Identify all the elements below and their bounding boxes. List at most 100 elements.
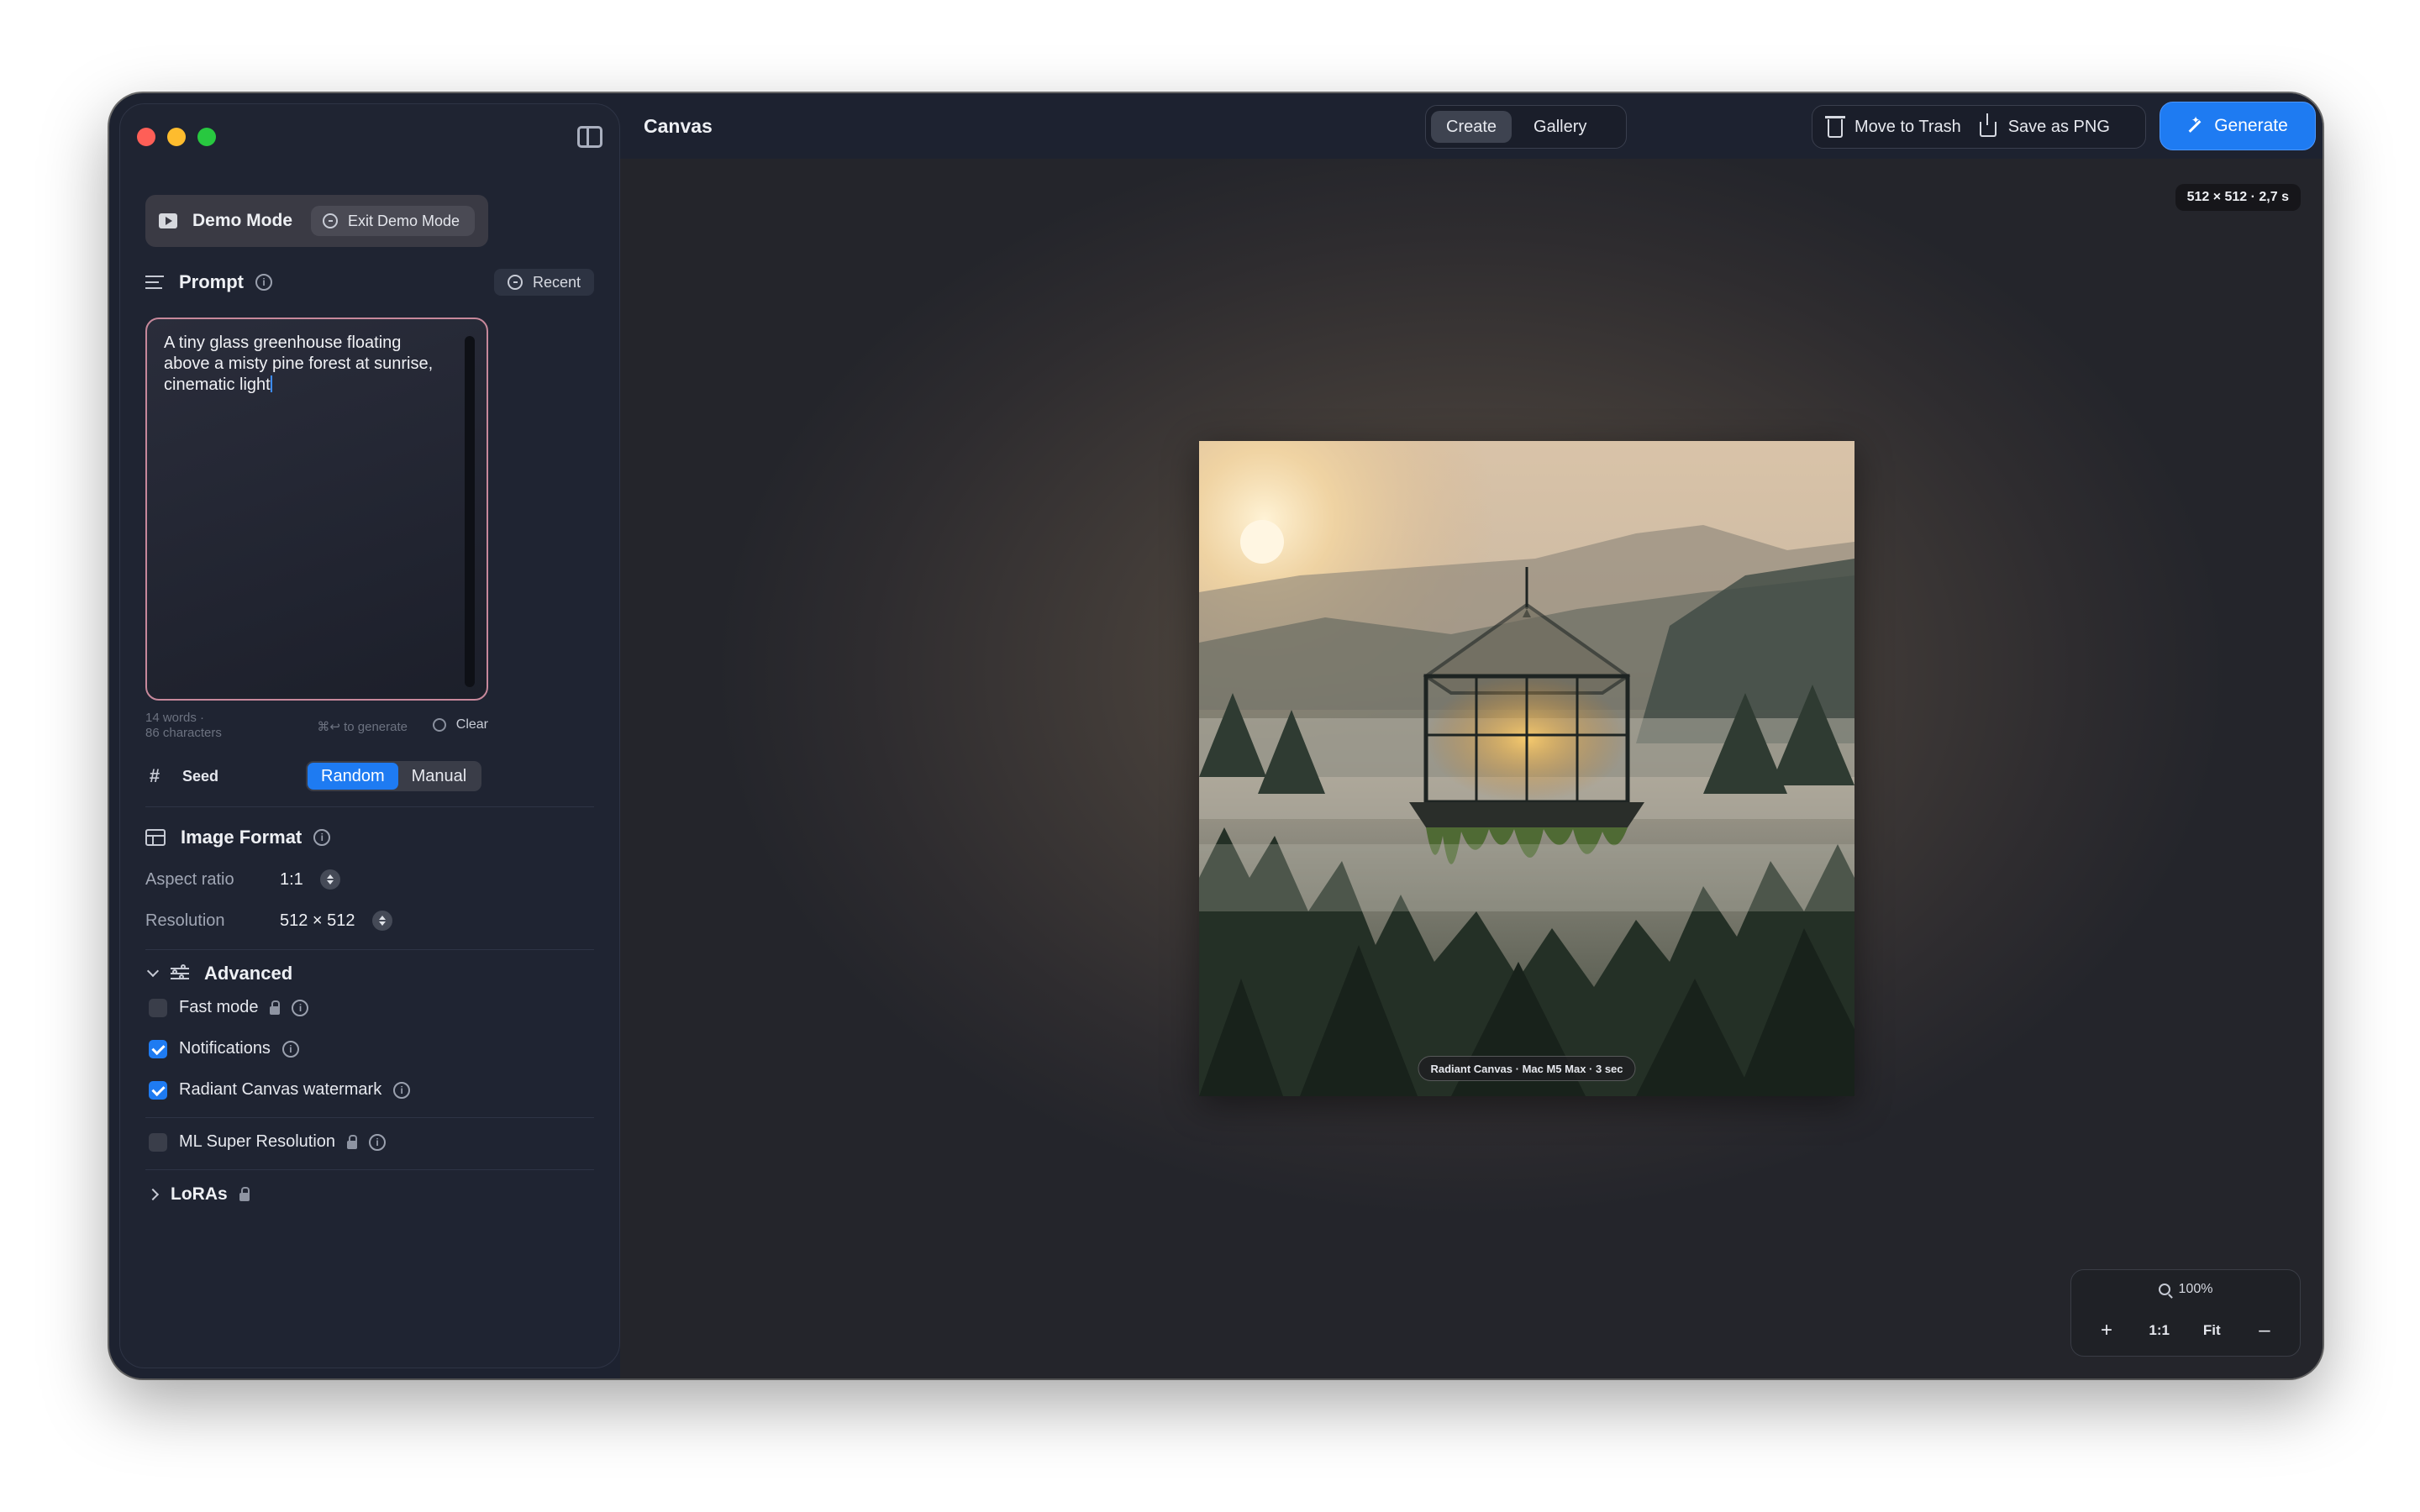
info-icon[interactable]: i bbox=[255, 274, 272, 291]
fast-mode-label: Fast mode bbox=[179, 998, 259, 1016]
chevron-right-icon bbox=[146, 1188, 160, 1201]
trash-icon bbox=[1825, 116, 1845, 138]
zoom-window-button[interactable] bbox=[197, 128, 216, 146]
clear-prompt-button[interactable]: Clear bbox=[432, 717, 488, 732]
actual-size-button[interactable]: 1:1 bbox=[2143, 1322, 2176, 1339]
seed-row: # Seed Random Manual bbox=[145, 761, 594, 791]
zoom-in-button[interactable]: + bbox=[2090, 1319, 2123, 1342]
save-as-png-label: Save as PNG bbox=[2007, 117, 2110, 136]
lock-icon bbox=[239, 1187, 250, 1201]
prompt-meta: 14 words · 86 characters ⌘↩ to generate … bbox=[145, 711, 488, 744]
sidebar-toggle-icon[interactable] bbox=[577, 126, 602, 148]
tab-create[interactable]: Create bbox=[1431, 111, 1512, 143]
fit-button[interactable]: Fit bbox=[2195, 1322, 2228, 1339]
clear-icon bbox=[432, 718, 446, 732]
image-info-badge: 512 × 512 · 2,7 s bbox=[2175, 184, 2301, 211]
window-title: Canvas bbox=[644, 115, 713, 137]
advanced-header[interactable]: Advanced bbox=[146, 963, 594, 984]
magic-wand-icon bbox=[2188, 119, 2202, 133]
info-icon[interactable]: i bbox=[281, 1040, 299, 1058]
zoom-level-display: 100% bbox=[2071, 1282, 2300, 1297]
app-window: Demo Mode Exit Demo Mode Prompt i Recent… bbox=[109, 93, 2323, 1378]
play-icon bbox=[159, 213, 177, 228]
watermark-checkbox[interactable] bbox=[149, 1080, 167, 1100]
notifications-option[interactable]: Notifications i bbox=[149, 1039, 299, 1058]
layout-icon bbox=[145, 829, 166, 846]
fast-mode-checkbox[interactable] bbox=[149, 998, 167, 1017]
resolution-stepper[interactable] bbox=[371, 911, 392, 931]
notifications-checkbox[interactable] bbox=[149, 1039, 167, 1058]
info-icon[interactable]: i bbox=[393, 1081, 411, 1099]
resolution-row: Resolution 512 × 512 bbox=[145, 911, 392, 931]
generate-button[interactable]: Generate bbox=[2160, 102, 2316, 150]
prompt-title: Prompt bbox=[179, 271, 244, 292]
info-icon[interactable]: i bbox=[369, 1133, 387, 1151]
seed-label: Seed bbox=[182, 767, 219, 785]
history-icon bbox=[507, 275, 523, 290]
text-lines-icon bbox=[145, 276, 164, 289]
ml-super-resolution-checkbox[interactable] bbox=[149, 1132, 167, 1152]
recent-prompts-button[interactable]: Recent bbox=[493, 269, 594, 296]
prompt-scrollbar[interactable] bbox=[465, 336, 475, 687]
lock-icon bbox=[347, 1134, 358, 1149]
ml-super-resolution-label: ML Super Resolution bbox=[179, 1132, 336, 1151]
info-icon[interactable]: i bbox=[292, 999, 309, 1016]
hash-icon: # bbox=[149, 765, 160, 786]
watermark-option[interactable]: Radiant Canvas watermark i bbox=[149, 1080, 411, 1100]
divider bbox=[145, 806, 594, 807]
text-caret bbox=[270, 375, 272, 392]
info-icon[interactable]: i bbox=[313, 829, 331, 846]
zoom-percent: 100% bbox=[2178, 1282, 2213, 1296]
seed-mode-toggle: Random Manual bbox=[306, 761, 482, 791]
clear-label: Clear bbox=[455, 717, 488, 732]
zoom-controls: 100% + 1:1 Fit – bbox=[2070, 1269, 2301, 1357]
exit-icon bbox=[322, 213, 338, 228]
image-format-header: Image Format i bbox=[145, 827, 594, 848]
ml-super-resolution-option[interactable]: ML Super Resolution i bbox=[149, 1132, 387, 1152]
resolution-value[interactable]: 512 × 512 bbox=[280, 911, 355, 931]
zoom-buttons: + 1:1 Fit – bbox=[2090, 1319, 2281, 1342]
loras-title: LoRAs bbox=[171, 1184, 228, 1204]
word-count: 14 words · bbox=[145, 711, 205, 725]
divider bbox=[145, 949, 594, 950]
fast-mode-option[interactable]: Fast mode i bbox=[149, 998, 309, 1017]
image-watermark: Radiant Canvas · Mac M5 Max · 3 sec bbox=[1418, 1056, 1636, 1081]
generate-label: Generate bbox=[2214, 116, 2288, 135]
seed-manual-option[interactable]: Manual bbox=[398, 763, 481, 790]
toolbar: Canvas Create Gallery Move to Trash Save… bbox=[630, 93, 2323, 159]
prompt-header: Prompt i Recent bbox=[145, 269, 594, 296]
exit-demo-mode-button[interactable]: Exit Demo Mode bbox=[310, 206, 475, 236]
generate-shortcut-hint: ⌘↩ to generate bbox=[317, 720, 408, 734]
aspect-ratio-stepper[interactable] bbox=[319, 869, 340, 890]
demo-mode-label: Demo Mode bbox=[192, 211, 293, 230]
canvas-area: 512 × 512 · 2,7 s Radiant Canvas · Mac M… bbox=[620, 159, 2323, 1378]
view-tabs: Create Gallery bbox=[1425, 105, 1627, 149]
greenhouse-forest-image bbox=[1199, 441, 1854, 1096]
close-window-button[interactable] bbox=[137, 128, 155, 146]
move-to-trash-label: Move to Trash bbox=[1854, 117, 1961, 136]
loras-header[interactable]: LoRAs bbox=[146, 1184, 594, 1205]
lock-icon bbox=[270, 1000, 281, 1015]
move-to-trash-button[interactable]: Move to Trash bbox=[1825, 116, 1961, 138]
minimize-window-button[interactable] bbox=[167, 128, 186, 146]
zoom-out-button[interactable]: – bbox=[2248, 1319, 2281, 1342]
aspect-ratio-value[interactable]: 1:1 bbox=[280, 870, 303, 890]
divider bbox=[145, 1117, 594, 1118]
tab-gallery[interactable]: Gallery bbox=[1518, 111, 1602, 143]
resolution-label: Resolution bbox=[145, 911, 225, 930]
export-icon bbox=[1979, 113, 1996, 137]
sliders-icon bbox=[171, 964, 189, 981]
generated-image[interactable]: Radiant Canvas · Mac M5 Max · 3 sec bbox=[1199, 441, 1854, 1096]
image-actions: Move to Trash Save as PNG bbox=[1812, 105, 2146, 149]
prompt-input[interactable]: A tiny glass greenhouse floating above a… bbox=[145, 318, 488, 701]
prompt-text[interactable]: A tiny glass greenhouse floating above a… bbox=[164, 333, 450, 396]
divider bbox=[145, 1169, 594, 1170]
chevron-down-icon bbox=[146, 964, 160, 978]
save-as-png-button[interactable]: Save as PNG bbox=[1979, 113, 2110, 137]
prompt-counts: 14 words · 86 characters bbox=[145, 711, 222, 741]
seed-random-option[interactable]: Random bbox=[308, 763, 398, 790]
notifications-label: Notifications bbox=[179, 1039, 271, 1058]
recent-label: Recent bbox=[532, 273, 581, 291]
character-count: 86 characters bbox=[145, 726, 222, 740]
sidebar: Demo Mode Exit Demo Mode Prompt i Recent… bbox=[119, 103, 620, 1368]
